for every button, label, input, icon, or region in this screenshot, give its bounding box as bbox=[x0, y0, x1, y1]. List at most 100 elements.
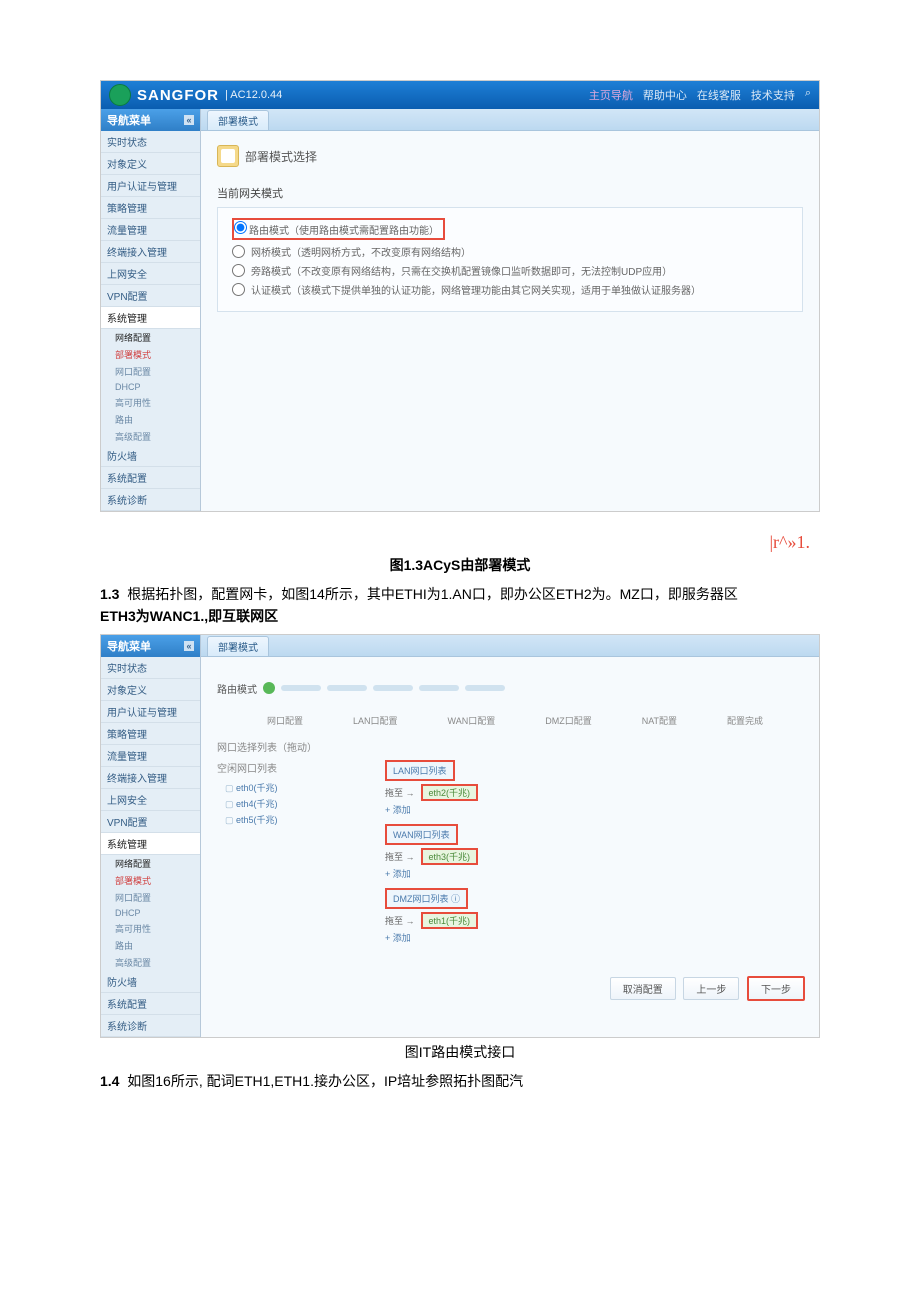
s2-sub-route[interactable]: 路由 bbox=[101, 937, 200, 954]
radio-route[interactable]: 路由模式（使用路由模式需配置路由功能） bbox=[232, 218, 788, 240]
zone-wan-eth[interactable]: eth3(千兆) bbox=[421, 848, 479, 865]
wizard-steps: 路由模式 bbox=[217, 681, 803, 696]
panel-title: 部署模式选择 bbox=[217, 145, 803, 167]
main-panel-2: 部署模式 路由模式 网口配置 LAN口配置 WAN口配置 DMZ口配置 bbox=[201, 635, 819, 1037]
zone-dmz-header: DMZ网口列表 ⓘ bbox=[385, 888, 468, 909]
radio-bypass[interactable]: 旁路模式（不改变原有网络结构，只需在交换机配置镜像口监听数据即可，无法控制UDP… bbox=[232, 263, 788, 278]
wizard-footer: 取消配置 上一步 下一步 bbox=[201, 966, 819, 1011]
header-link-1[interactable]: 主页导航 bbox=[589, 87, 633, 103]
step-dot-4-icon bbox=[373, 685, 413, 691]
zone-lan-eth[interactable]: eth2(千兆) bbox=[421, 784, 479, 801]
step-label-5: NAT配置 bbox=[642, 714, 677, 727]
zone-dmz-eth[interactable]: eth1(千兆) bbox=[421, 912, 479, 929]
header-links: 主页导航 帮助中心 在线客服 技术支持 ⌕ bbox=[589, 87, 811, 103]
sidebar2-title-text: 导航菜单 bbox=[107, 638, 151, 654]
zone-lan-add[interactable]: + 添加 bbox=[385, 803, 803, 816]
free-list-label: 空闲网口列表 bbox=[217, 760, 367, 775]
zone-dmz: DMZ网口列表 ⓘ 拖至 →eth1(千兆) + 添加 bbox=[385, 888, 803, 944]
eth-item-5[interactable]: eth5(千兆) bbox=[225, 813, 367, 826]
sidebar-collapse-icon[interactable]: « bbox=[184, 115, 194, 125]
step-dot-6-icon bbox=[465, 685, 505, 691]
s2-sub-ha[interactable]: 高可用性 bbox=[101, 920, 200, 937]
step-label-3: WAN口配置 bbox=[448, 714, 496, 727]
radio-bridge[interactable]: 网桥模式（透明网桥方式，不改变原有网络结构） bbox=[232, 244, 788, 259]
zone-wan-header: WAN网口列表 bbox=[385, 824, 458, 845]
btn-next[interactable]: 下一步 bbox=[747, 976, 805, 1001]
s2-item-policy[interactable]: 策略管理 bbox=[101, 723, 200, 745]
sidebar-item-traffic[interactable]: 流量管理 bbox=[101, 219, 200, 241]
logo-icon bbox=[109, 84, 131, 106]
s2-item-object[interactable]: 对象定义 bbox=[101, 679, 200, 701]
sidebar-item-system[interactable]: 系统管理 bbox=[101, 307, 200, 329]
step-dot-3-icon bbox=[327, 685, 367, 691]
radio-bridge-input[interactable] bbox=[232, 245, 245, 258]
s2-item-security[interactable]: 上网安全 bbox=[101, 789, 200, 811]
sidebar-sub-ha[interactable]: 高可用性 bbox=[101, 394, 200, 411]
zone-dmz-add[interactable]: + 添加 bbox=[385, 931, 803, 944]
header-link-2[interactable]: 帮助中心 bbox=[643, 87, 687, 103]
zone-wan-add[interactable]: + 添加 bbox=[385, 867, 803, 880]
zone-wan: WAN网口列表 拖至 →eth3(千兆) + 添加 bbox=[385, 824, 803, 880]
btn-prev[interactable]: 上一步 bbox=[683, 977, 739, 1000]
wizard-step-labels: 网口配置 LAN口配置 WAN口配置 DMZ口配置 NAT配置 配置完成 bbox=[267, 714, 803, 727]
s2-sub-deploy[interactable]: 部署模式 bbox=[101, 872, 200, 889]
s2-item-sysdiag[interactable]: 系统诊断 bbox=[101, 1015, 200, 1037]
sidebar: 导航菜单 « 实时状态 对象定义 用户认证与管理 策略管理 流量管理 终端接入管… bbox=[101, 109, 201, 511]
radio-auth-label: 认证模式（该模式下提供单独的认证功能，网络管理功能由其它网关实现，适用于单独做认… bbox=[251, 282, 701, 297]
s2-item-auth[interactable]: 用户认证与管理 bbox=[101, 701, 200, 723]
sidebar-item-auth[interactable]: 用户认证与管理 bbox=[101, 175, 200, 197]
sidebar-item-sysdiag[interactable]: 系统诊断 bbox=[101, 489, 200, 511]
sidebar-item-endpoint[interactable]: 终端接入管理 bbox=[101, 241, 200, 263]
zone-lan-header: LAN网口列表 bbox=[385, 760, 455, 781]
version-text: | AC12.0.44 bbox=[225, 89, 282, 101]
step-dot-2-icon bbox=[281, 685, 321, 691]
sidebar2-title: 导航菜单 « bbox=[101, 635, 200, 657]
radio-auth[interactable]: 认证模式（该模式下提供单独的认证功能，网络管理功能由其它网关实现，适用于单独做认… bbox=[232, 282, 788, 297]
s2-sub-dhcp[interactable]: DHCP bbox=[101, 906, 200, 920]
sidebar-sub-dhcp[interactable]: DHCP bbox=[101, 380, 200, 394]
sidebar-item-vpn[interactable]: VPN配置 bbox=[101, 285, 200, 307]
s2-item-vpn[interactable]: VPN配置 bbox=[101, 811, 200, 833]
sidebar-item-policy[interactable]: 策略管理 bbox=[101, 197, 200, 219]
s2-sub-interface[interactable]: 网口配置 bbox=[101, 889, 200, 906]
header-link-4[interactable]: 技术支持 bbox=[751, 87, 795, 103]
tab-bar-2: 部署模式 bbox=[201, 635, 819, 657]
sidebar-item-status[interactable]: 实时状态 bbox=[101, 131, 200, 153]
radio-auth-input[interactable] bbox=[232, 283, 245, 296]
s2-item-firewall[interactable]: 防火墙 bbox=[101, 971, 200, 993]
radio-bypass-input[interactable] bbox=[232, 264, 245, 277]
interface-config-area: 空闲网口列表 eth0(千兆) eth4(千兆) eth5(千兆) LAN网口列… bbox=[217, 760, 803, 952]
sidebar-item-security[interactable]: 上网安全 bbox=[101, 263, 200, 285]
step-label-1: 网口配置 bbox=[267, 714, 303, 727]
s2-item-syscfg[interactable]: 系统配置 bbox=[101, 993, 200, 1015]
s2-item-traffic[interactable]: 流量管理 bbox=[101, 745, 200, 767]
sidebar-item-object[interactable]: 对象定义 bbox=[101, 153, 200, 175]
radio-route-label: 路由模式（使用路由模式需配置路由功能） bbox=[249, 226, 439, 237]
sidebar-sub-route[interactable]: 路由 bbox=[101, 411, 200, 428]
radio-bypass-label: 旁路模式（不改变原有网络结构，只需在交换机配置镜像口监听数据即可，无法控制UDP… bbox=[251, 263, 672, 278]
sidebar-sub-deploy[interactable]: 部署模式 bbox=[101, 346, 200, 363]
sidebar-sub-interface[interactable]: 网口配置 bbox=[101, 363, 200, 380]
tab-deploy[interactable]: 部署模式 bbox=[207, 110, 269, 130]
search-icon[interactable]: ⌕ bbox=[805, 87, 811, 103]
sidebar-sub-adv[interactable]: 高级配置 bbox=[101, 428, 200, 445]
eth-item-4[interactable]: eth4(千兆) bbox=[225, 797, 367, 810]
pc-drag-label: 网口选择列表（拖动） bbox=[217, 739, 803, 754]
s2-sub-adv[interactable]: 高级配置 bbox=[101, 954, 200, 971]
sidebar-item-syscfg[interactable]: 系统配置 bbox=[101, 467, 200, 489]
sidebar-sub-netcfg[interactable]: 网络配置 bbox=[101, 329, 200, 346]
radio-group: 路由模式（使用路由模式需配置路由功能） 网桥模式（透明网桥方式，不改变原有网络结… bbox=[217, 207, 803, 312]
tab-deploy-2[interactable]: 部署模式 bbox=[207, 636, 269, 656]
s2-item-status[interactable]: 实时状态 bbox=[101, 657, 200, 679]
s2-item-system[interactable]: 系统管理 bbox=[101, 833, 200, 855]
radio-route-input[interactable] bbox=[234, 221, 247, 234]
step-label-6: 配置完成 bbox=[727, 714, 763, 727]
s2-sub-netcfg[interactable]: 网络配置 bbox=[101, 855, 200, 872]
btn-cancel[interactable]: 取消配置 bbox=[610, 977, 676, 1000]
header-link-3[interactable]: 在线客服 bbox=[697, 87, 741, 103]
step-label-4: DMZ口配置 bbox=[545, 714, 592, 727]
sidebar-item-firewall[interactable]: 防火墙 bbox=[101, 445, 200, 467]
sidebar2-collapse-icon[interactable]: « bbox=[184, 641, 194, 651]
eth-item-0[interactable]: eth0(千兆) bbox=[225, 781, 367, 794]
s2-item-endpoint[interactable]: 终端接入管理 bbox=[101, 767, 200, 789]
